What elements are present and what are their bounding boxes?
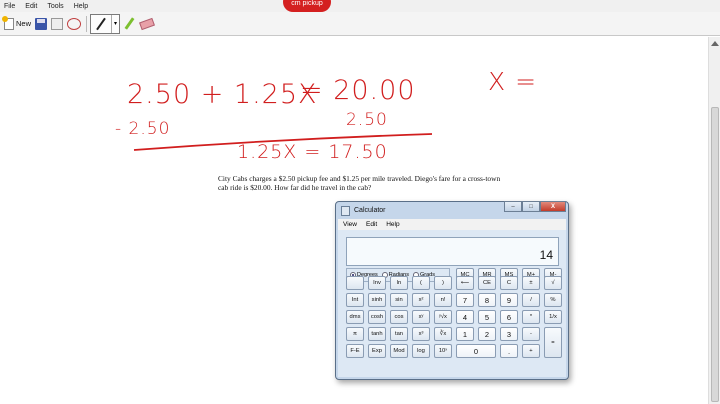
key-c[interactable]: C [500,276,518,290]
key-symbol[interactable]: - [522,327,540,341]
key-ln[interactable]: ln [390,276,408,290]
key-digit-9[interactable]: 9 [500,293,518,307]
key-symbol[interactable]: ± [522,276,540,290]
eraser-icon [139,17,155,30]
copy-icon [51,17,64,30]
key-dms[interactable]: dms [346,310,364,324]
key-sin[interactable]: sin [390,293,408,307]
key-digit-8[interactable]: 8 [478,293,496,307]
calculator-window[interactable]: Calculator – □ X View Edit Help 14 Degre… [335,201,569,380]
lasso-button[interactable] [65,15,83,33]
key-digit-4[interactable]: 4 [456,310,474,324]
maximize-button[interactable]: □ [522,201,540,212]
copy-button[interactable] [49,15,65,33]
key-equals[interactable]: = [544,327,562,358]
calculator-body: 14 Degrees Radians Grads MC MR MS M+ M- Inv ln()… [338,230,566,377]
scroll-thumb[interactable] [711,107,719,402]
equation-left: 2.50 + 1.25X [127,79,318,110]
toolbar-separator [86,15,88,32]
key-cosh[interactable]: cosh [368,310,386,324]
highlighter-icon [122,17,136,31]
key-blank[interactable] [346,276,364,290]
key-digit-1[interactable]: 1 [456,327,474,341]
key-x[interactable]: ∛x [434,327,452,341]
key-digit-6[interactable]: 6 [500,310,518,324]
menu-edit[interactable]: Edit [25,3,37,10]
key-exp[interactable]: Exp [368,344,386,358]
key-symbol[interactable]: + [522,344,540,358]
calc-menu-view[interactable]: View [343,221,357,228]
calc-menu-help[interactable]: Help [386,221,399,228]
key-log[interactable]: log [412,344,430,358]
key-mod[interactable]: Mod [390,344,408,358]
key-digit-7[interactable]: 7 [456,293,474,307]
key-int[interactable]: Int [346,293,364,307]
key-digit-.[interactable]: . [500,344,518,358]
key-x[interactable]: xʸ [412,310,430,324]
key-symbol[interactable]: * [522,310,540,324]
key-cos[interactable]: cos [390,310,408,324]
answer-prompt: X = [488,67,538,96]
highlighter-button[interactable] [120,15,138,33]
window-controls: – □ X [504,201,566,212]
key-symbol[interactable]: π [346,327,364,341]
word-problem-text: City Cabs charges a $2.50 pickup fee and… [218,174,501,192]
key-x[interactable]: ʸ√x [434,310,452,324]
menu-tools[interactable]: Tools [47,3,63,10]
key-digit-0[interactable]: 0 [456,344,496,358]
key-sinh[interactable]: sinh [368,293,386,307]
eraser-button[interactable] [138,15,156,33]
pen-tool-group[interactable]: ▾ [90,13,121,34]
key-tan[interactable]: tan [390,327,408,341]
key-n[interactable]: n! [434,293,452,307]
key-digit-5[interactable]: 5 [478,310,496,324]
subtract-right: 2.50 [346,110,388,130]
menu-help[interactable]: Help [74,3,88,10]
toolbar: New ▾ [0,12,720,36]
key-digit-3[interactable]: 3 [500,327,518,341]
recording-badge[interactable]: cm pickup [283,0,331,12]
save-icon [35,17,48,30]
calculator-display: 14 [346,237,559,266]
key-1x[interactable]: 1/x [544,310,562,324]
key-digit-2[interactable]: 2 [478,327,496,341]
key-symbol[interactable]: √ [544,276,562,290]
minimize-button[interactable]: – [504,201,522,212]
scroll-up-arrow-icon[interactable] [711,41,719,46]
menu-bar: File Edit Tools Help [0,0,720,12]
calculator-icon [341,205,350,216]
chevron-down-icon[interactable]: ▾ [111,14,119,33]
key-symbol[interactable]: ⟵ [456,276,474,290]
key-symbol[interactable]: % [544,293,562,307]
key-x[interactable]: x³ [412,327,430,341]
save-button[interactable] [33,15,49,33]
calculator-menu-bar: View Edit Help [338,219,566,230]
app-window: File Edit Tools Help cm pickup New ▾ 2.5… [0,0,720,404]
key-symbol[interactable]: ( [412,276,430,290]
key-10[interactable]: 10ˣ [434,344,452,358]
key-inv[interactable]: Inv [368,276,386,290]
key-tanh[interactable]: tanh [368,327,386,341]
new-button[interactable]: New [2,15,33,33]
vertical-scrollbar[interactable] [708,37,720,404]
pen-icon[interactable] [91,15,111,33]
key-ce[interactable]: CE [478,276,496,290]
key-symbol[interactable]: / [522,293,540,307]
equation-step-2: 1.25X = 17.50 [237,141,388,163]
lasso-select-icon [67,17,82,30]
new-page-icon [2,15,14,30]
calculator-title: Calculator [354,207,386,214]
new-button-label: New [16,19,32,28]
menu-file[interactable]: File [4,3,15,10]
equation-right: = 20.00 [300,75,416,106]
close-button[interactable]: X [540,201,566,212]
key-x[interactable]: x² [412,293,430,307]
key-symbol[interactable]: ) [434,276,452,290]
calc-menu-edit[interactable]: Edit [366,221,377,228]
key-fe[interactable]: F-E [346,344,364,358]
